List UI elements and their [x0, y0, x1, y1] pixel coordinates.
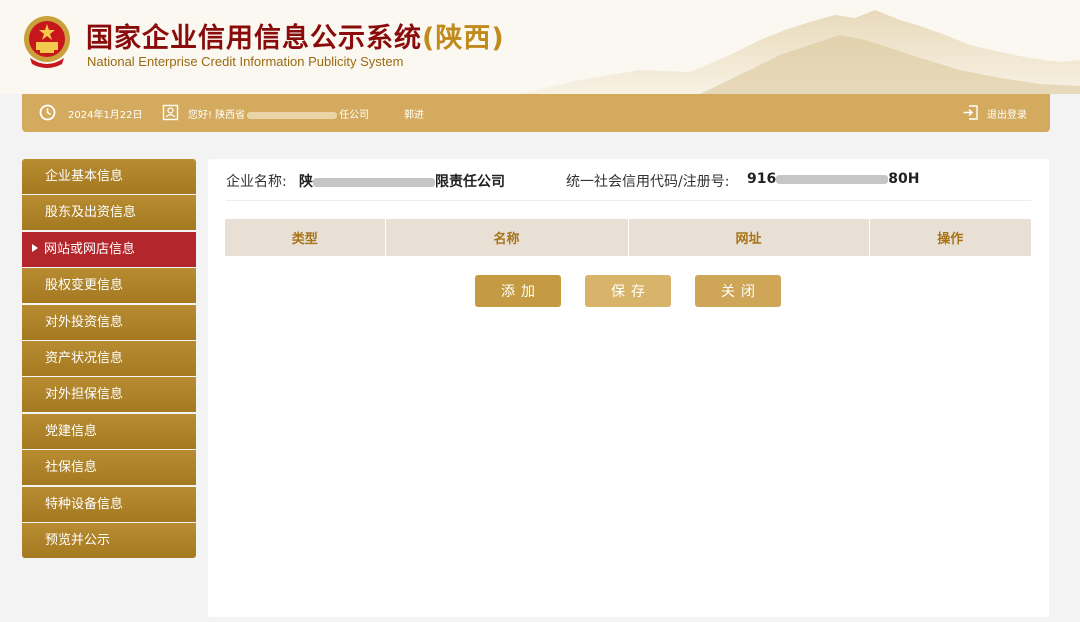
sidebar-item-website-info[interactable]: 网站或网店信息 [22, 231, 196, 267]
redacted-text [313, 177, 435, 187]
national-emblem-icon [24, 16, 70, 68]
sidebar-item-equity-change[interactable]: 股权变更信息 [22, 268, 196, 304]
add-button[interactable]: 添加 [475, 275, 561, 307]
user-card-icon [162, 104, 179, 121]
sidebar-item-social-security[interactable]: 社保信息 [22, 450, 196, 486]
sidebar-item-special-equipment[interactable]: 特种设备信息 [22, 486, 196, 522]
main-panel: 企业名称: 陕限责任公司 统一社会信用代码/注册号: 916 80H 类型 名称 … [208, 159, 1049, 617]
user-name: 郭进 [404, 110, 424, 121]
mountain-landscape-image [520, 10, 1080, 94]
column-header-action: 操作 [869, 219, 1031, 256]
site-header: 国家企业信用信息公示系统(陕西) National Enterprise Cre… [0, 0, 1080, 94]
column-header-url: 网址 [628, 219, 870, 256]
sidebar-item-party-building[interactable]: 党建信息 [22, 413, 196, 449]
current-date: 2024年1月22日 [68, 110, 143, 121]
company-name-value: 陕限责任公司 [299, 174, 505, 190]
sidebar-item-preview-publish[interactable]: 预览并公示 [22, 522, 196, 558]
logout-link[interactable]: 退出登录 [987, 106, 1027, 121]
province-label: (陕西) [422, 23, 505, 54]
redacted-text [247, 111, 338, 119]
sidebar-item-assets[interactable]: 资产状况信息 [22, 340, 196, 376]
info-bar: 2024年1月22日 您好! 陕西省 任公司 郭进 退出登录 [22, 94, 1050, 132]
table-header-row: 类型 名称 网址 操作 [225, 219, 1031, 256]
active-arrow-icon [32, 244, 38, 253]
credit-code-label: 统一社会信用代码/注册号: [566, 174, 730, 190]
column-header-name: 名称 [385, 219, 629, 256]
site-title: 国家企业信用信息公示系统(陕西) [86, 23, 505, 54]
redacted-text [776, 174, 889, 184]
greeting-text: 您好! 陕西省 任公司 [188, 110, 370, 121]
save-button[interactable]: 保存 [585, 275, 671, 307]
close-button[interactable]: 关闭 [695, 275, 781, 307]
logout-icon[interactable] [962, 104, 979, 121]
credit-code-value: 916 80H [747, 171, 920, 187]
company-name-label: 企业名称: [226, 174, 287, 190]
sidebar-item-investment[interactable]: 对外投资信息 [22, 304, 196, 340]
sidebar-item-shareholder-info[interactable]: 股东及出资信息 [22, 195, 196, 231]
site-title-en: National Enterprise Credit Information P… [87, 54, 404, 69]
website-table: 类型 名称 网址 操作 [225, 219, 1031, 256]
clock-icon [39, 104, 56, 121]
sidebar-item-basic-info[interactable]: 企业基本信息 [22, 159, 196, 194]
sidebar-item-guarantee[interactable]: 对外担保信息 [22, 377, 196, 413]
sidebar-nav: 企业基本信息 股东及出资信息 网站或网店信息 股权变更信息 对外投资信息 资产状… [22, 159, 196, 559]
column-header-type: 类型 [225, 219, 386, 256]
company-info-row: 企业名称: 陕限责任公司 统一社会信用代码/注册号: 916 80H [226, 171, 1031, 201]
